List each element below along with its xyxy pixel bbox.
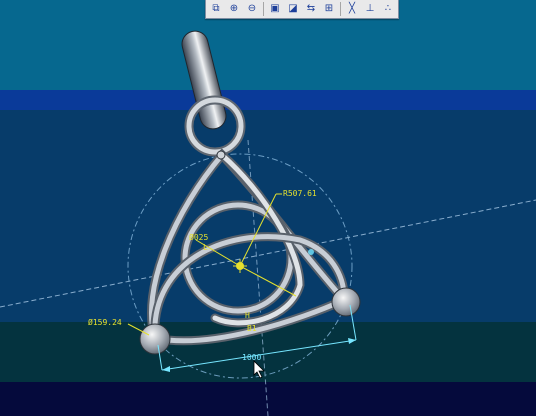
ball-left[interactable] [139,323,171,355]
datum-point-icon [308,249,314,255]
dimension-label-b: B1 [247,324,257,333]
ball-top [216,150,226,160]
radius-dimension[interactable]: R507.61 [283,190,317,198]
model-viewport[interactable] [0,0,536,416]
center-point-icon [233,259,247,273]
ball-right[interactable] [331,287,361,317]
diameter-dimension-small[interactable]: Ø025 [189,234,208,242]
dimension-label-l: L [203,243,208,252]
mouse-cursor-icon [253,360,265,379]
dimension-label-h: H [245,311,250,320]
width-dimension[interactable]: 1000 [242,354,261,362]
diameter-dimension-large[interactable]: Ø159.24 [88,319,122,327]
